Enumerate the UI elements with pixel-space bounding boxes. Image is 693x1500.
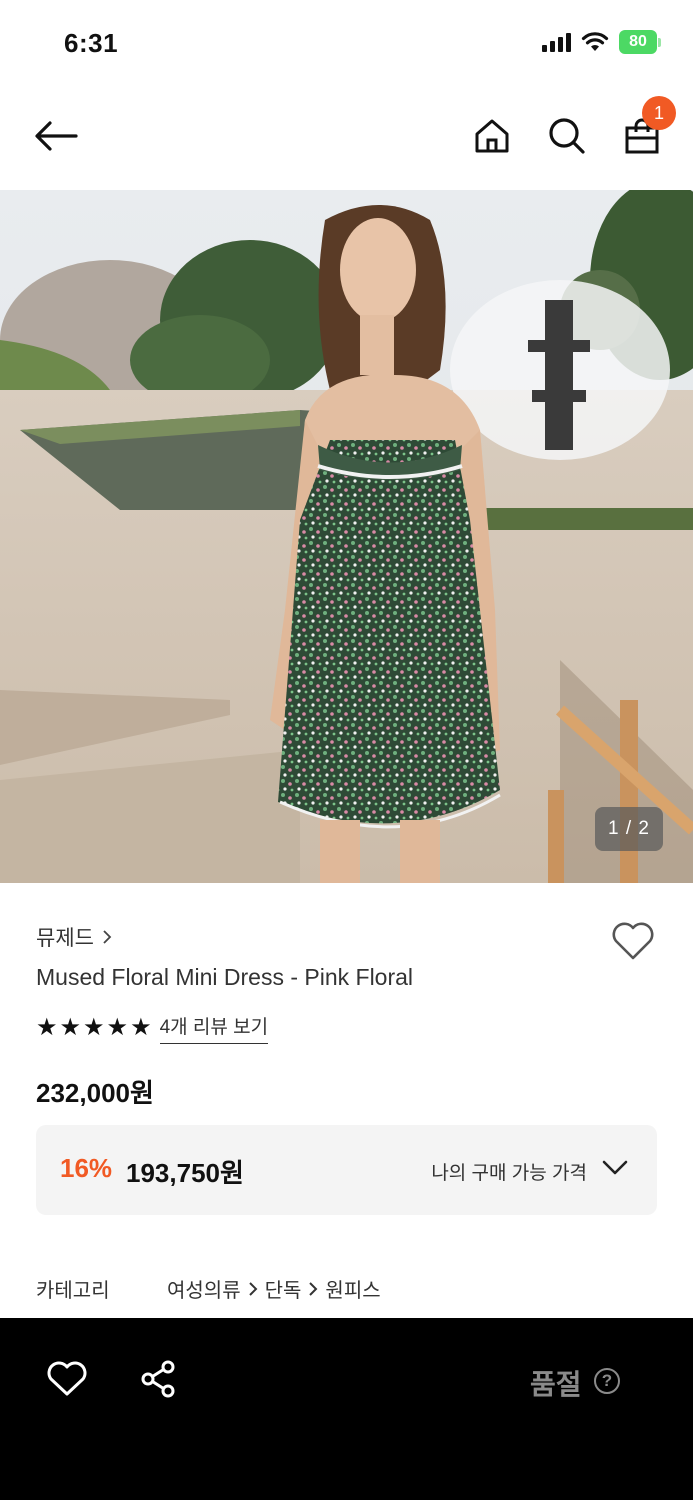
signal-icon (542, 32, 571, 52)
heart-outline-icon (612, 922, 654, 960)
share-icon (141, 1360, 175, 1398)
heart-outline-icon (47, 1361, 87, 1396)
brand-name: 뮤제드 (36, 927, 94, 950)
price-dropdown-label: 나의 구매 가능 가격 (431, 1163, 587, 1184)
battery-level: 80 (619, 30, 657, 54)
wishlist-button[interactable] (608, 916, 658, 966)
star-icon: ★ (59, 1014, 82, 1041)
star-rating: ★ ★ ★ ★ ★ (36, 1016, 152, 1040)
help-circle-icon[interactable]: ? (594, 1368, 620, 1394)
wishlist-bottom-button[interactable] (44, 1356, 90, 1402)
battery-icon: 80 (619, 30, 661, 54)
brand-link[interactable]: 뮤제드 (36, 922, 112, 952)
product-title: Mused Floral Mini Dress - Pink Floral (36, 964, 414, 990)
category-crumb-women[interactable]: 여성의류 (167, 1274, 241, 1303)
sold-out-label: 품절 (530, 1369, 582, 1400)
search-button[interactable] (539, 108, 595, 164)
home-button[interactable] (464, 108, 520, 164)
star-icon: ★ (36, 1014, 58, 1041)
cart-button[interactable]: 1 (614, 96, 676, 164)
cart-count-badge: 1 (642, 96, 676, 130)
category-crumb-dress[interactable]: 원피스 (325, 1274, 380, 1303)
price-dropdown[interactable]: 16% 193,750원 나의 구매 가능 가격 (36, 1125, 657, 1215)
status-bar: 6:31 80 (0, 0, 693, 88)
image-counter: 1 / 2 (595, 807, 663, 851)
discount-rate: 16% (60, 1153, 113, 1183)
arrow-left-icon (35, 121, 78, 151)
status-indicators: 80 (542, 30, 661, 54)
product-image[interactable]: 1 / 2 (0, 190, 693, 883)
wifi-icon (581, 32, 609, 51)
star-icon: ★ (83, 1014, 105, 1041)
original-price: 232,000원 (36, 1078, 154, 1108)
review-link[interactable]: 4개 리뷰 보기 (159, 1012, 269, 1044)
product-photo (0, 190, 693, 883)
category-row: 카테고리 여성의류 단독 원피스 (36, 1274, 381, 1303)
status-time: 6:31 (64, 28, 119, 58)
home-icon (475, 119, 509, 153)
star-icon: ★ (130, 1014, 152, 1041)
search-icon (549, 118, 585, 154)
back-button[interactable] (28, 108, 84, 164)
chevron-right-icon (247, 1280, 259, 1298)
rating-row: ★ ★ ★ ★ ★ 4개 리뷰 보기 (36, 1012, 269, 1044)
star-icon: ★ (106, 1014, 129, 1041)
chevron-right-icon (307, 1280, 319, 1298)
category-crumb-exclusive[interactable]: 단독 (265, 1274, 302, 1303)
app-header: 1 (0, 88, 693, 188)
chevron-down-icon (602, 1160, 628, 1175)
discount-price: 193,750원 (126, 1158, 244, 1188)
share-button[interactable] (136, 1356, 182, 1402)
bottom-action-bar: 품절 ? (0, 1318, 693, 1500)
category-label: 카테고리 (36, 1280, 110, 1302)
chevron-right-icon (103, 930, 112, 944)
